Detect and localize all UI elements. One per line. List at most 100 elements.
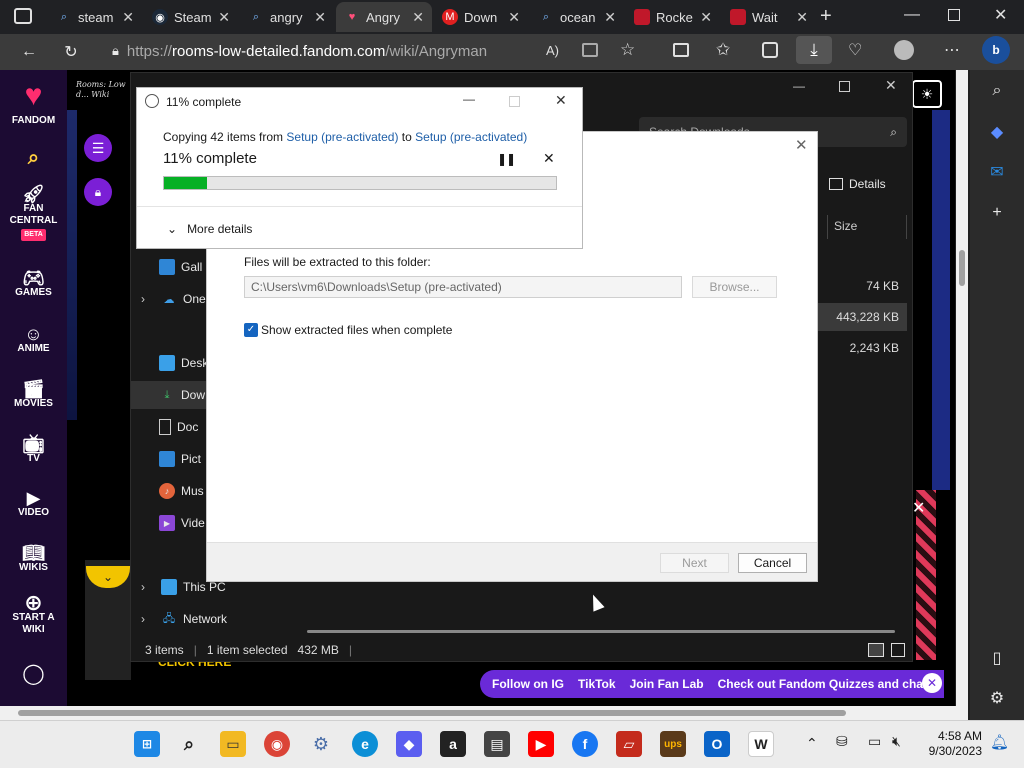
sticky-app-icon[interactable]: ▱ — [616, 731, 642, 757]
chevron-right-icon[interactable]: › — [141, 292, 155, 306]
restore-button[interactable] — [948, 9, 960, 21]
nav-fan-central[interactable]: 🚀︎ FAN CENTRAL BETA — [0, 185, 67, 241]
tab-1[interactable]: ⌕ steam ✕ — [48, 2, 142, 32]
performance-icon[interactable]: ♡ — [848, 40, 862, 60]
chevron-right-icon[interactable]: › — [141, 580, 155, 594]
progress-close-button[interactable]: ✕ — [555, 92, 567, 109]
refresh-button[interactable]: ↻ — [56, 38, 86, 66]
footer-link-quizzes[interactable]: Check out Fandom Quizzes and cha — [718, 677, 923, 691]
tiles-view-icon[interactable] — [891, 643, 905, 657]
nav-item-documents[interactable]: Doc — [159, 413, 198, 441]
nav-anime[interactable]: ☺ ANIME — [0, 325, 67, 355]
display-icon[interactable]: ▭ — [868, 733, 881, 750]
favorite-star-icon[interactable]: ☆ — [620, 40, 635, 60]
tab-5[interactable]: M Down ✕ — [434, 2, 528, 32]
footer-close-icon[interactable]: ✕ — [922, 673, 942, 693]
store-icon[interactable]: ▤ — [484, 731, 510, 757]
tab-2[interactable]: ◉ Steam ✕ — [144, 2, 238, 32]
close-icon[interactable]: ✕ — [796, 9, 808, 26]
user-account-icon[interactable]: ◯ — [0, 664, 67, 684]
footer-link-fan-lab[interactable]: Join Fan Lab — [630, 677, 704, 691]
explorer-close-button[interactable]: ✕ — [885, 77, 897, 94]
address-bar[interactable]: 🔒︎ https://rooms-low-detailed.fandom.com… — [112, 38, 537, 64]
downloads-icon[interactable]: ⤓ — [796, 36, 832, 64]
outlook-icon[interactable]: O — [704, 731, 730, 757]
notification-bell-icon[interactable]: 🔔︎ — [990, 733, 1009, 751]
nav-wikis[interactable]: 📖︎ WIKIS — [0, 544, 67, 574]
amazon-icon[interactable]: a — [440, 731, 466, 757]
source-link[interactable]: Setup (pre-activated) — [286, 130, 398, 144]
horizontal-scrollbar[interactable] — [307, 630, 895, 633]
column-header-size[interactable]: Size — [827, 215, 907, 239]
bing-copilot-icon[interactable]: b — [982, 36, 1010, 64]
search-button[interactable]: ⌕ — [0, 148, 67, 168]
vertical-scrollbar[interactable] — [956, 70, 968, 706]
wiki-logo-title[interactable]: Rooms: Low d... Wiki — [76, 80, 134, 100]
copilot-icon[interactable]: ◆ — [970, 122, 1024, 142]
nav-item-music[interactable]: ♪ Mus — [159, 477, 204, 505]
profile-avatar[interactable] — [894, 40, 914, 60]
nav-games[interactable]: 🎮︎ GAMES — [0, 269, 67, 299]
nav-item-videos[interactable]: ▶ Vide — [159, 509, 205, 537]
search-icon[interactable]: ⌕ — [176, 731, 202, 757]
browse-button[interactable]: Browse... — [692, 276, 777, 298]
next-button[interactable]: Next — [660, 553, 729, 573]
chrome-icon[interactable]: ◉ — [264, 731, 290, 757]
read-aloud-icon[interactable]: A) — [546, 43, 559, 58]
explorer-maximize-button[interactable] — [839, 81, 850, 92]
footer-link-ig[interactable]: Follow on IG — [492, 677, 564, 691]
details-pane-button[interactable]: Details — [829, 177, 886, 191]
progress-minimize-button[interactable]: — — [463, 92, 475, 106]
more-menu-icon[interactable]: ⋯ — [944, 40, 960, 60]
tab-actions-icon[interactable] — [14, 8, 32, 24]
collections-icon[interactable] — [762, 42, 778, 58]
chevron-up-icon[interactable]: ⌃ — [806, 735, 818, 752]
copilot-icon[interactable]: ◆ — [396, 731, 422, 757]
split-screen-icon[interactable] — [673, 43, 689, 57]
theme-toggle-icon[interactable]: ☀ — [912, 80, 942, 108]
promo-close-icon[interactable]: ✕ — [912, 498, 925, 518]
add-sidebar-app-icon[interactable]: + — [970, 204, 1024, 222]
minimize-button[interactable]: — — [904, 6, 920, 24]
close-icon[interactable]: ✕ — [508, 9, 520, 26]
search-icon[interactable]: ⌕ — [970, 82, 1024, 100]
close-icon[interactable]: ✕ — [314, 9, 326, 26]
close-icon[interactable]: ✕ — [122, 9, 134, 26]
vertical-scrollbar-thumb[interactable] — [959, 250, 965, 286]
nav-movies[interactable]: 🎬︎ MOVIES — [0, 380, 67, 410]
horizontal-scrollbar-thumb[interactable] — [18, 710, 846, 716]
tab-3[interactable]: ⌕ angry ✕ — [240, 2, 334, 32]
file-explorer-icon[interactable]: ▭ — [220, 731, 246, 757]
extract-folder-path-field[interactable]: C:\Users\vm6\Downloads\Setup (pre-activa… — [244, 276, 682, 298]
nav-item-pictures[interactable]: Pict — [159, 445, 201, 473]
more-details-toggle[interactable]: ⌄ More details — [167, 222, 252, 236]
start-button[interactable]: ⊞ — [134, 731, 160, 757]
close-icon[interactable]: ✕ — [218, 9, 230, 26]
cancel-copy-button[interactable]: ✕ — [543, 150, 555, 167]
details-view-icon[interactable] — [868, 643, 884, 657]
nav-video[interactable]: ▶ VIDEO — [0, 489, 67, 519]
new-tab-button[interactable]: + — [820, 5, 832, 28]
wikipedia-icon[interactable]: W — [748, 731, 774, 757]
horizontal-page-scrollbar[interactable] — [0, 706, 968, 720]
close-window-button[interactable]: ✕ — [994, 5, 1007, 25]
tab-8[interactable]: Wait ✕ — [722, 2, 816, 32]
clock[interactable]: 4:58 AM 9/30/2023 — [924, 729, 982, 759]
nav-start-a-wiki[interactable]: ⊕ START A WIKI — [0, 592, 67, 636]
tab-7[interactable]: Rocke ✕ — [626, 2, 720, 32]
cancel-button[interactable]: Cancel — [738, 553, 807, 573]
outlook-icon[interactable]: ✉ — [970, 162, 1024, 182]
facebook-icon[interactable]: f — [572, 731, 598, 757]
extract-close-button[interactable]: ✕ — [795, 136, 808, 154]
favorites-icon[interactable]: ✩ — [716, 40, 730, 60]
ups-icon[interactable]: ups — [660, 731, 686, 757]
destination-link[interactable]: Setup (pre-activated) — [415, 130, 527, 144]
back-button[interactable]: ← — [14, 38, 44, 66]
nav-tv[interactable]: 📺︎ TV — [0, 435, 67, 465]
pause-button[interactable]: ❚❚ — [497, 152, 516, 166]
immersive-reader-icon[interactable] — [582, 43, 598, 57]
explorer-minimize-button[interactable]: — — [793, 79, 805, 93]
fandom-logo[interactable]: ♥ FANDOM — [0, 80, 67, 127]
tab-6[interactable]: ⌕ ocean ✕ — [530, 2, 624, 32]
tab-4-active[interactable]: ♥ Angry ✕ — [336, 2, 432, 32]
